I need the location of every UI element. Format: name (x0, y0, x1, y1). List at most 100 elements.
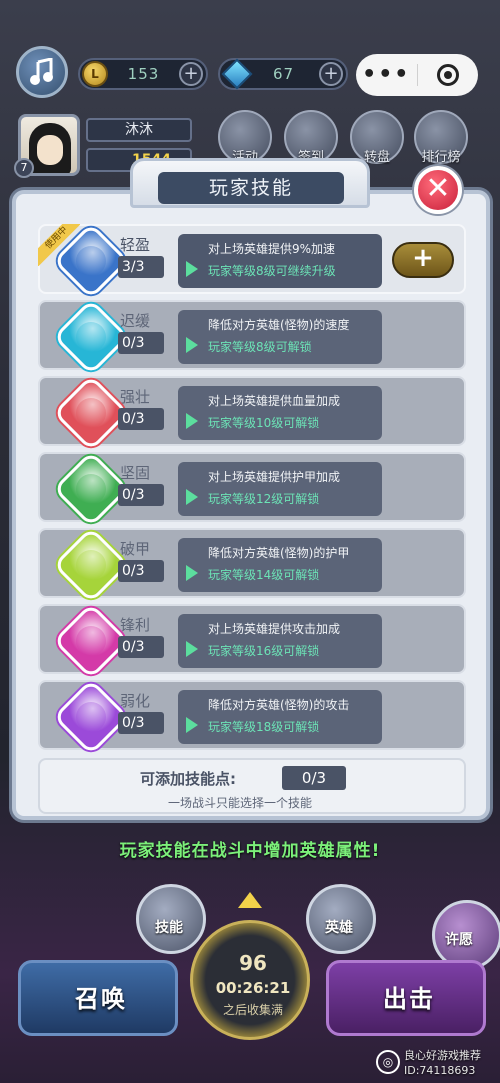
in-use-tag: 使用中 (38, 224, 80, 266)
coin-value: 153 (127, 65, 160, 83)
add-gems-button[interactable]: + (319, 62, 343, 86)
skill-description: 对上场英雄提供血量加成 (208, 394, 341, 408)
music-button[interactable] (16, 46, 68, 98)
collect-timer[interactable]: 96 00:26:21 之后收集满 (190, 920, 310, 1040)
arrow-right-icon (186, 717, 198, 733)
skill-level: 0/3 (118, 636, 164, 658)
close-icon: ✕ (425, 171, 451, 206)
skill-unlock-condition: 玩家等级18级可解锁 (208, 720, 320, 734)
skill-glow (76, 626, 106, 656)
skill-name: 弱化 (120, 692, 151, 710)
skill-description-box: 对上场英雄提供护甲加成 玩家等级12级可解锁 (178, 462, 382, 516)
player-level-badge: 7 (14, 158, 34, 178)
summon-button[interactable]: 召唤 (18, 960, 178, 1036)
skill-level: 0/3 (118, 560, 164, 582)
watermark-line2: ID:74118693 (404, 1064, 476, 1077)
arrow-right-icon (186, 261, 198, 277)
skill-description-box: 降低对方英雄(怪物)的攻击 玩家等级18级可解锁 (178, 690, 382, 744)
timer-time: 00:26:21 (215, 979, 291, 997)
wechat-logo-icon: ◎ (376, 1050, 400, 1074)
skill-glow (76, 246, 106, 276)
miniprogram-capsule: ••• (356, 54, 478, 96)
hero-button[interactable]: 英雄 (306, 884, 376, 954)
skill-level: 0/3 (118, 332, 164, 354)
skill-description: 对上场英雄提供护甲加成 (208, 470, 341, 484)
plus-icon: + (412, 243, 434, 273)
skill-glow (76, 398, 106, 428)
coin-icon: L (82, 61, 108, 87)
skill-unlock-condition: 玩家等级8级可解锁 (208, 340, 312, 354)
close-button[interactable]: ✕ (414, 166, 462, 214)
gem-counter: 67 + (218, 58, 348, 90)
add-coins-button[interactable]: + (179, 62, 203, 86)
skill-name: 破甲 (120, 540, 151, 558)
watermark: 良心好游戏推荐 ID:74118693 (404, 1048, 496, 1080)
skill-name: 强壮 (120, 388, 151, 406)
skill-row[interactable]: 破甲 0/3 降低对方英雄(怪物)的护甲 玩家等级14级可解锁 (38, 526, 466, 604)
skill-unlock-condition: 玩家等级8级可继续升级 (208, 264, 336, 278)
arrow-up-icon (238, 892, 262, 908)
timer-note: 之后收集满 (222, 1003, 283, 1017)
skill-description-box: 降低对方英雄(怪物)的速度 玩家等级8级可解锁 (178, 310, 382, 364)
skill-level: 0/3 (118, 408, 164, 430)
panel-title: 玩家技能 (158, 172, 344, 204)
leaderboard-label: 排行榜 (421, 150, 461, 165)
skill-unlock-condition: 玩家等级10级可解锁 (208, 416, 320, 430)
skill-description: 降低对方英雄(怪物)的攻击 (208, 698, 350, 712)
skill-description-box: 对上场英雄提供9%加速 玩家等级8级可继续升级 (178, 234, 382, 288)
skill-name: 轻盈 (120, 236, 151, 254)
skill-button-label: 技能 (155, 920, 183, 936)
skill-description-box: 对上场英雄提供血量加成 玩家等级10级可解锁 (178, 386, 382, 440)
points-value: 0/3 (282, 766, 346, 790)
skill-description-box: 对上场英雄提供攻击加成 玩家等级16级可解锁 (178, 614, 382, 668)
skill-glow (76, 702, 106, 732)
gem-value: 67 (272, 65, 295, 83)
arrow-right-icon (186, 489, 198, 505)
skill-description: 对上场英雄提供攻击加成 (208, 622, 341, 636)
arrow-right-icon (186, 641, 198, 657)
skill-name: 锋利 (120, 616, 151, 634)
skill-row[interactable]: 弱化 0/3 降低对方英雄(怪物)的攻击 玩家等级18级可解锁 (38, 678, 466, 756)
skill-description: 降低对方英雄(怪物)的护甲 (208, 546, 350, 560)
skill-name: 坚固 (120, 464, 151, 482)
target-icon (436, 64, 459, 86)
skill-description: 降低对方英雄(怪物)的速度 (208, 318, 350, 332)
more-menu-icon[interactable]: ••• (356, 64, 417, 86)
skill-description-box: 降低对方英雄(怪物)的护甲 玩家等级14级可解锁 (178, 538, 382, 592)
summon-label: 召唤 (75, 985, 127, 1013)
wish-button-label: 许愿 (445, 932, 473, 948)
music-note-icon (30, 58, 53, 85)
arrow-right-icon (186, 413, 198, 429)
skill-glow (76, 474, 106, 504)
skill-row[interactable]: 迟缓 0/3 降低对方英雄(怪物)的速度 玩家等级8级可解锁 (38, 298, 466, 376)
top-bar: L 153 + 67 + ••• (0, 0, 500, 110)
skill-unlock-condition: 玩家等级16级可解锁 (208, 644, 320, 658)
skill-button[interactable]: 技能 (136, 884, 206, 954)
footer-hint: 玩家技能在战斗中增加英雄属性! (119, 841, 381, 861)
skill-row[interactable]: 强壮 0/3 对上场英雄提供血量加成 玩家等级10级可解锁 (38, 374, 466, 452)
skill-description: 对上场英雄提供9%加速 (208, 242, 336, 256)
upgrade-skill-button[interactable]: + (392, 242, 454, 278)
in-use-ribbon: 使用中 (38, 224, 80, 266)
points-label: 可添加技能点: (140, 770, 236, 788)
gem-icon (221, 58, 253, 90)
skill-points-box: 可添加技能点: 0/3 一场战斗只能选择一个技能 (38, 758, 466, 814)
points-note: 一场战斗只能选择一个技能 (168, 796, 313, 810)
skill-level: 3/3 (118, 256, 164, 278)
arrow-right-icon (186, 337, 198, 353)
attack-label: 出击 (383, 985, 435, 1013)
skill-level: 0/3 (118, 484, 164, 506)
watermark-line1: 良心好游戏推荐 (404, 1049, 481, 1062)
arrow-right-icon (186, 565, 198, 581)
player-name: 沐沐 (86, 118, 192, 142)
skill-row[interactable]: 坚固 0/3 对上场英雄提供护甲加成 玩家等级12级可解锁 (38, 450, 466, 528)
close-miniprogram-button[interactable] (418, 64, 479, 86)
skill-unlock-condition: 玩家等级12级可解锁 (208, 492, 320, 506)
skill-glow (76, 550, 106, 580)
skill-row[interactable]: 锋利 0/3 对上场英雄提供攻击加成 玩家等级16级可解锁 (38, 602, 466, 680)
attack-button[interactable]: 出击 (326, 960, 486, 1036)
skill-row[interactable]: 使用中 轻盈 3/3 对上场英雄提供9%加速 玩家等级8级可继续升级 + (38, 222, 466, 300)
skill-level: 0/3 (118, 712, 164, 734)
skill-glow (76, 322, 106, 352)
skill-name: 迟缓 (120, 312, 151, 330)
